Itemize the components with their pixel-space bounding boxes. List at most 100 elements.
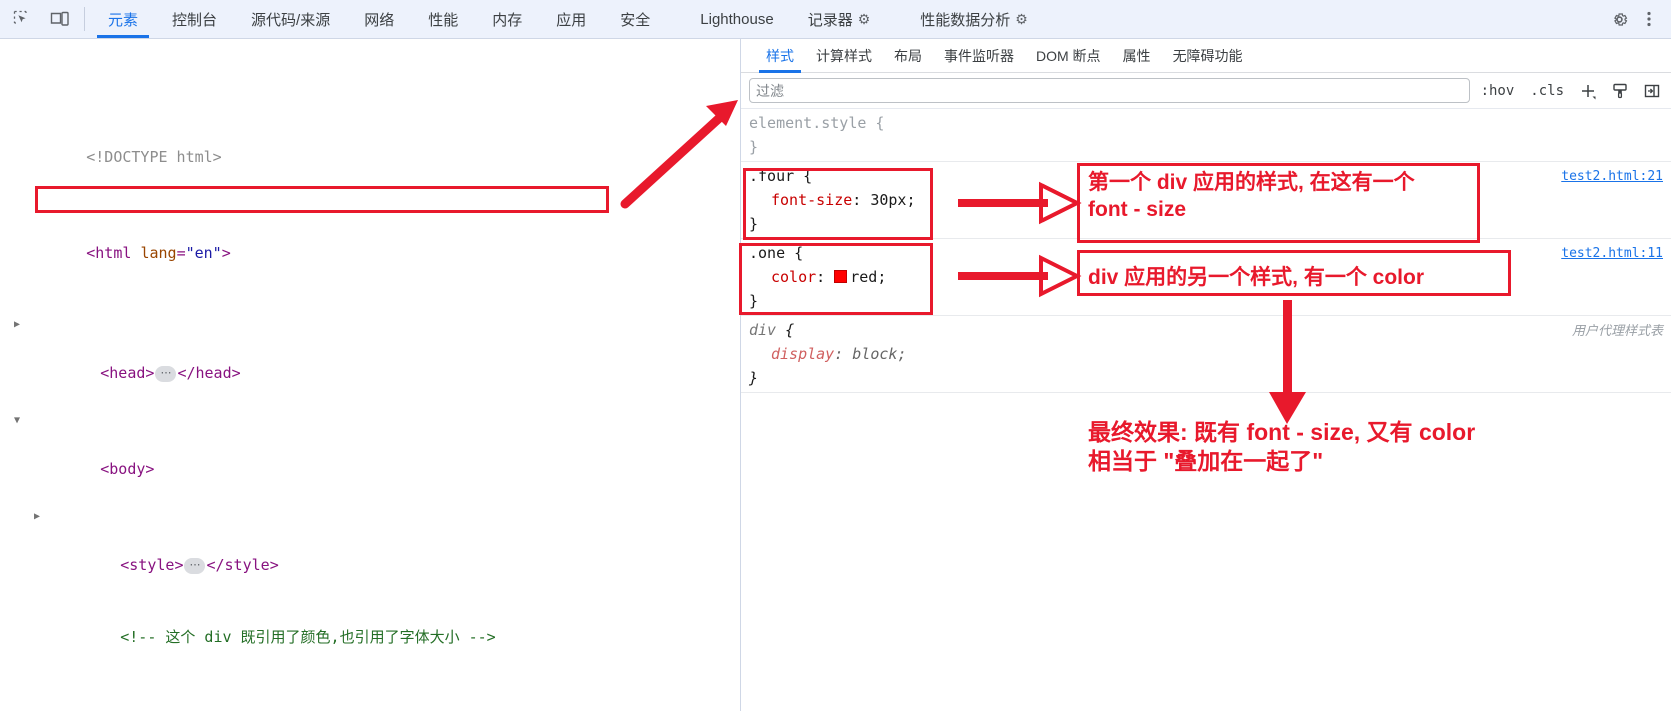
experimental-flask-icon: ⚙ bbox=[857, 10, 871, 27]
head-close-open: </ bbox=[177, 364, 196, 382]
cls-toggle-button[interactable]: .cls bbox=[1525, 81, 1569, 101]
dom-line-body-open[interactable]: ▼ <body> bbox=[0, 409, 740, 478]
tab-network-label: 网络 bbox=[364, 11, 395, 29]
dom-line-style[interactable]: ▶ <style> ⋯ </style> bbox=[0, 505, 740, 574]
html-eq: = bbox=[176, 244, 186, 262]
new-style-rule-button[interactable] bbox=[1575, 79, 1601, 103]
inspect-element-icon[interactable] bbox=[8, 5, 36, 33]
tab-layout-label: 布局 bbox=[894, 47, 922, 64]
dom-line-head[interactable]: ▶ <head> ⋯ </head> bbox=[0, 313, 740, 382]
hov-toggle-button[interactable]: :hov bbox=[1476, 81, 1520, 101]
css-rule-four[interactable]: test2.html:21 .four { font-size: 30px; } bbox=[741, 162, 1671, 239]
head-close-end: > bbox=[231, 364, 241, 382]
inspect-element-glyph bbox=[13, 10, 27, 24]
dom-line-div-one-four[interactable]: ⋯ <div class="one four"> 花会凋谢,但我对你的爱不会 <… bbox=[0, 697, 740, 711]
settings-gear-icon[interactable] bbox=[1605, 5, 1633, 33]
toolbar-left-icons bbox=[0, 0, 78, 38]
collapse-triangle-body-icon[interactable]: ▼ bbox=[14, 409, 26, 433]
css-rule-element-style[interactable]: element.style { } bbox=[741, 109, 1671, 162]
element-style-close-brace: } bbox=[749, 138, 759, 156]
tab-recorder[interactable]: 记录器 ⚙ bbox=[791, 0, 888, 38]
tab-dom-breakpoints-label: DOM 断点 bbox=[1036, 47, 1101, 64]
device-toolbar-glyph bbox=[50, 11, 69, 26]
four-prop-value[interactable]: 30px bbox=[870, 191, 906, 209]
div-selector: div bbox=[749, 321, 777, 339]
tab-computed-label: 计算样式 bbox=[816, 47, 872, 64]
kebab-glyph bbox=[1647, 11, 1651, 27]
style-close-tag-name: style bbox=[224, 556, 270, 574]
one-close-line: } bbox=[749, 289, 1671, 313]
div-open-brace: { bbox=[776, 321, 795, 339]
experimental-flask-icon-2: ⚙ bbox=[1015, 10, 1028, 27]
one-open-brace: { bbox=[785, 244, 804, 262]
css-rule-div-origin: 用户代理样式表 bbox=[1571, 323, 1663, 338]
tab-performance[interactable]: 性能 bbox=[411, 0, 475, 38]
styles-filter-input[interactable] bbox=[749, 78, 1470, 103]
tab-network[interactable]: 网络 bbox=[347, 0, 411, 38]
html-tag-name: html bbox=[95, 244, 132, 262]
one-selector[interactable]: .one bbox=[749, 244, 785, 262]
style-tag-name: style bbox=[129, 556, 175, 574]
tab-lighthouse[interactable]: Lighthouse bbox=[683, 0, 790, 38]
element-style-selector-line: element.style { bbox=[749, 111, 1671, 135]
device-toolbar-icon[interactable] bbox=[46, 5, 74, 33]
tab-layout[interactable]: 布局 bbox=[883, 39, 933, 72]
element-style-close-line: } bbox=[749, 135, 1671, 159]
one-semicolon: ; bbox=[877, 268, 887, 286]
tab-computed[interactable]: 计算样式 bbox=[805, 39, 883, 72]
one-prop-value[interactable]: red bbox=[850, 268, 877, 286]
tab-dom-breakpoints[interactable]: DOM 断点 bbox=[1025, 39, 1112, 72]
styles-filter-bar: :hov .cls bbox=[741, 73, 1671, 109]
tab-properties-label: 属性 bbox=[1122, 47, 1151, 64]
body-open: < bbox=[100, 460, 110, 478]
styles-pane: 样式 计算样式 布局 事件监听器 DOM 断点 属性 无障碍功能 :hov .c… bbox=[741, 39, 1671, 711]
four-prop-name[interactable]: font-size bbox=[771, 191, 852, 209]
head-collapsed-badge[interactable]: ⋯ bbox=[155, 366, 177, 382]
css-rule-four-origin[interactable]: test2.html:21 bbox=[1561, 165, 1663, 189]
tab-accessibility-label: 无障碍功能 bbox=[1172, 47, 1243, 64]
tab-application-label: 应用 bbox=[556, 11, 587, 29]
four-declaration-font-size[interactable]: font-size: 30px; bbox=[749, 188, 1671, 212]
head-open: < bbox=[100, 364, 110, 382]
expand-triangle-head-icon[interactable]: ▶ bbox=[14, 313, 26, 337]
tab-elements[interactable]: 元素 bbox=[91, 0, 155, 38]
devtools-toolbar: 元素 控制台 源代码/来源 网络 性能 内存 应用 安全 Lighthouse … bbox=[0, 0, 1671, 39]
four-selector[interactable]: .four bbox=[749, 167, 794, 185]
tab-security[interactable]: 安全 bbox=[603, 0, 667, 38]
tab-accessibility[interactable]: 无障碍功能 bbox=[1162, 39, 1254, 72]
css-rule-div-useragent[interactable]: 用户代理样式表 div { display: block; } bbox=[741, 316, 1671, 393]
one-declaration-color[interactable]: color: red; bbox=[749, 265, 1671, 289]
style-collapsed-badge[interactable]: ⋯ bbox=[184, 558, 206, 574]
css-rule-one[interactable]: test2.html:11 .one { color: red; } bbox=[741, 239, 1671, 316]
div-close-brace: } bbox=[749, 369, 759, 387]
tab-properties[interactable]: 属性 bbox=[1112, 39, 1162, 72]
expand-triangle-style-icon[interactable]: ▶ bbox=[34, 505, 46, 529]
css-rules-list: element.style { } test2.html:21 .four { … bbox=[741, 109, 1671, 393]
head-tag-name: head bbox=[109, 364, 146, 382]
tab-styles[interactable]: 样式 bbox=[755, 39, 805, 73]
element-style-open-brace: { bbox=[866, 114, 885, 132]
toggle-sidebar-button[interactable] bbox=[1639, 79, 1665, 103]
style-open: < bbox=[120, 556, 130, 574]
dom-line-comment[interactable]: <!-- 这个 div 既引用了颜色,也引用了字体大小 --> bbox=[0, 601, 740, 646]
tab-performance-insights[interactable]: 性能数据分析 ⚙ bbox=[903, 0, 1045, 38]
dom-line-html-open[interactable]: <html lang="en"> bbox=[0, 217, 740, 262]
four-selector-line: .four { bbox=[749, 164, 1671, 188]
tab-console[interactable]: 控制台 bbox=[155, 0, 234, 38]
dom-line-doctype[interactable]: <!DOCTYPE html> bbox=[0, 121, 740, 166]
one-prop-name[interactable]: color bbox=[771, 268, 816, 286]
more-options-icon[interactable] bbox=[1635, 5, 1663, 33]
css-rule-one-origin[interactable]: test2.html:11 bbox=[1561, 242, 1663, 266]
toggle-sidebar-icon bbox=[1644, 84, 1660, 97]
div-declaration-display: display: block; bbox=[749, 342, 1671, 366]
gear-glyph bbox=[1613, 12, 1627, 26]
tab-event-listeners[interactable]: 事件监听器 bbox=[933, 39, 1025, 72]
tab-sources[interactable]: 源代码/来源 bbox=[234, 0, 347, 38]
dom-tree-pane[interactable]: <!DOCTYPE html> <html lang="en"> ▶ <head… bbox=[0, 39, 741, 711]
main-panes: <!DOCTYPE html> <html lang="en"> ▶ <head… bbox=[0, 39, 1671, 711]
element-classes-brush-button[interactable] bbox=[1607, 79, 1633, 103]
tab-application[interactable]: 应用 bbox=[539, 0, 603, 38]
tab-elements-label: 元素 bbox=[108, 11, 139, 29]
tab-memory[interactable]: 内存 bbox=[475, 0, 539, 38]
color-swatch[interactable] bbox=[834, 270, 848, 283]
